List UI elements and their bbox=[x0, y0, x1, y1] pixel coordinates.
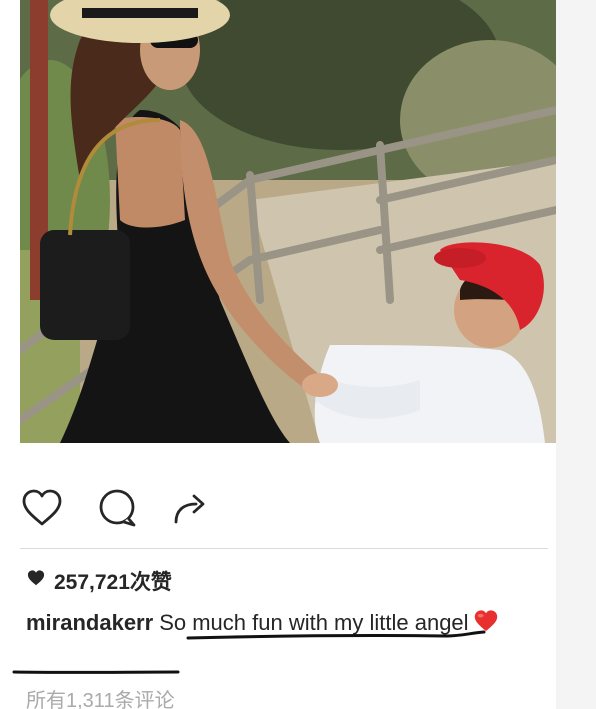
photo-illustration bbox=[20, 0, 556, 443]
instagram-post: 257,721次赞 mirandakerr So much fun with my… bbox=[0, 0, 596, 709]
likes-count: 257,721次赞 bbox=[54, 571, 172, 594]
annotation-underline-line2 bbox=[12, 670, 180, 674]
post-divider bbox=[20, 548, 548, 549]
annotation-underline-line1 bbox=[186, 630, 486, 640]
action-bar bbox=[20, 486, 242, 530]
likes-count-row[interactable]: 257,721次赞 bbox=[26, 566, 172, 596]
share-button-share-arrow-icon[interactable] bbox=[170, 488, 210, 528]
caption-username[interactable]: mirandakerr bbox=[26, 610, 153, 635]
comment-button-speech-bubble-icon[interactable] bbox=[96, 488, 138, 528]
view-all-comments-link[interactable]: 所有1,311条评论 bbox=[26, 684, 175, 709]
post-photo[interactable] bbox=[20, 0, 556, 443]
heart-filled-icon bbox=[26, 569, 46, 593]
page-edge-strip bbox=[556, 0, 596, 709]
like-button-heart-outline-icon[interactable] bbox=[20, 488, 64, 528]
